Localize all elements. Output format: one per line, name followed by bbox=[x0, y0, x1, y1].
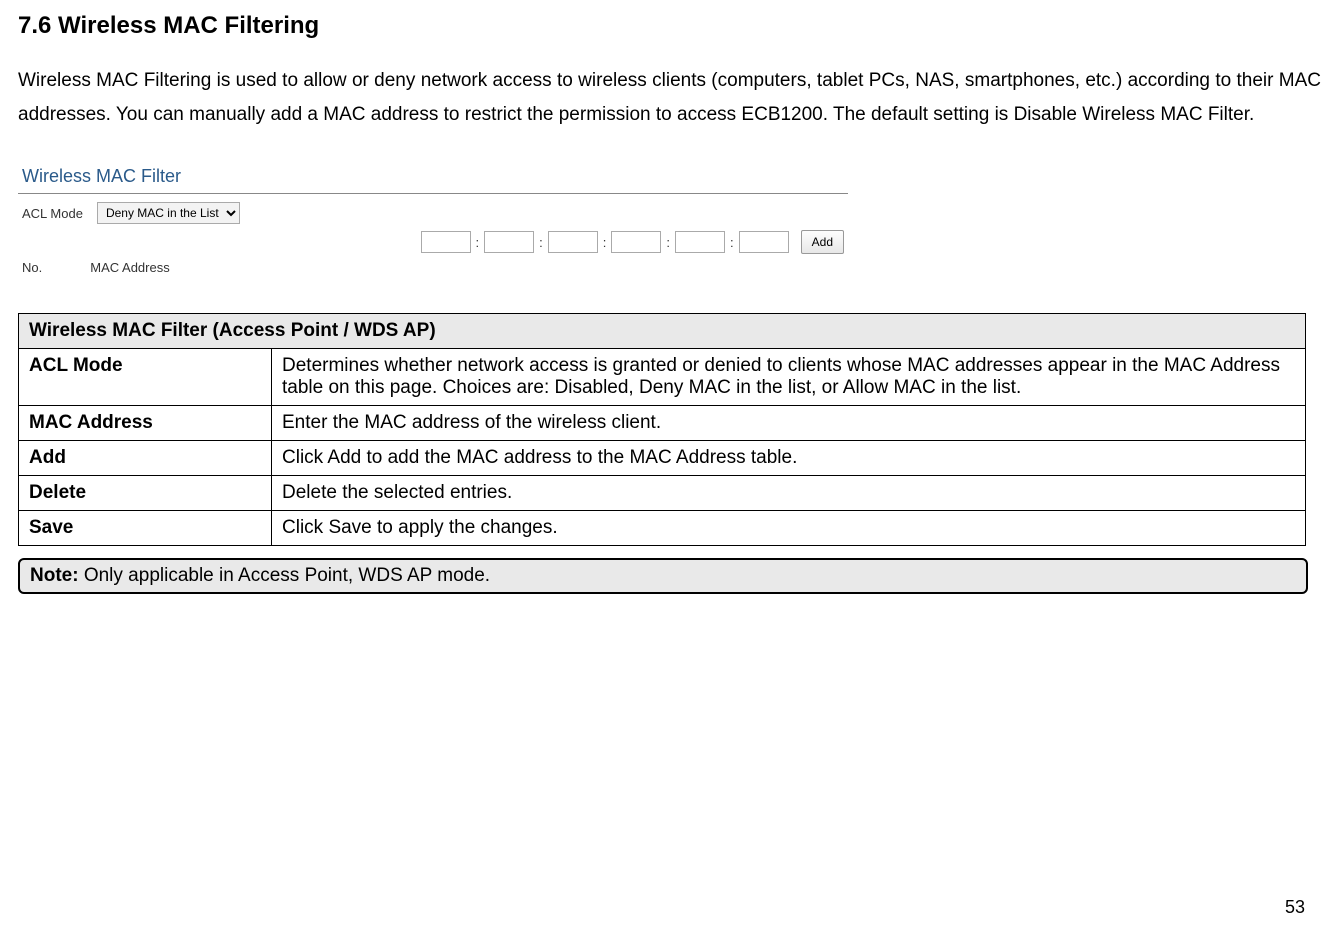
param-desc: Click Add to add the MAC address to the … bbox=[272, 441, 1306, 476]
param-key: Delete bbox=[19, 476, 272, 511]
screenshot-title: Wireless MAC Filter bbox=[18, 160, 848, 191]
param-desc: Click Save to apply the changes. bbox=[272, 511, 1306, 546]
table-row: Delete Delete the selected entries. bbox=[19, 476, 1306, 511]
acl-mode-label: ACL Mode bbox=[22, 206, 83, 221]
param-key: MAC Address bbox=[19, 406, 272, 441]
colon-separator: : bbox=[538, 235, 544, 250]
param-desc: Enter the MAC address of the wireless cl… bbox=[272, 406, 1306, 441]
colon-separator: : bbox=[729, 235, 735, 250]
screenshot-panel: Wireless MAC Filter ACL Mode Deny MAC in… bbox=[18, 160, 848, 277]
param-desc: Delete the selected entries. bbox=[272, 476, 1306, 511]
mac-octet-2[interactable] bbox=[484, 231, 534, 253]
divider bbox=[18, 193, 848, 194]
mac-octet-1[interactable] bbox=[421, 231, 471, 253]
col-header-mac: MAC Address bbox=[90, 260, 169, 275]
col-header-no: No. bbox=[22, 260, 42, 275]
table-row: Save Click Save to apply the changes. bbox=[19, 511, 1306, 546]
mac-octet-6[interactable] bbox=[739, 231, 789, 253]
table-header: Wireless MAC Filter (Access Point / WDS … bbox=[19, 314, 1306, 349]
table-row: Add Click Add to add the MAC address to … bbox=[19, 441, 1306, 476]
table-row: MAC Address Enter the MAC address of the… bbox=[19, 406, 1306, 441]
colon-separator: : bbox=[475, 235, 481, 250]
acl-mode-row: ACL Mode Deny MAC in the List bbox=[18, 200, 848, 226]
note-box: Note: Only applicable in Access Point, W… bbox=[18, 558, 1308, 594]
param-desc: Determines whether network access is gra… bbox=[272, 349, 1306, 406]
acl-mode-select[interactable]: Deny MAC in the List bbox=[97, 202, 240, 224]
mac-table-header-row: No. MAC Address bbox=[18, 256, 848, 277]
note-label: Note: bbox=[30, 565, 79, 586]
mac-octet-3[interactable] bbox=[548, 231, 598, 253]
param-key: Save bbox=[19, 511, 272, 546]
mac-entry-row: : : : : : Add bbox=[18, 226, 848, 256]
param-key: Add bbox=[19, 441, 272, 476]
page-number: 53 bbox=[1285, 897, 1305, 918]
colon-separator: : bbox=[665, 235, 671, 250]
parameter-table: Wireless MAC Filter (Access Point / WDS … bbox=[18, 313, 1306, 546]
note-text: Only applicable in Access Point, WDS AP … bbox=[79, 565, 491, 586]
add-button[interactable]: Add bbox=[801, 230, 844, 254]
mac-octet-5[interactable] bbox=[675, 231, 725, 253]
colon-separator: : bbox=[602, 235, 608, 250]
table-row: ACL Mode Determines whether network acce… bbox=[19, 349, 1306, 406]
section-heading: 7.6 Wireless MAC Filtering bbox=[18, 12, 1321, 40]
mac-octet-4[interactable] bbox=[611, 231, 661, 253]
intro-paragraph: Wireless MAC Filtering is used to allow … bbox=[18, 64, 1321, 132]
param-key: ACL Mode bbox=[19, 349, 272, 406]
